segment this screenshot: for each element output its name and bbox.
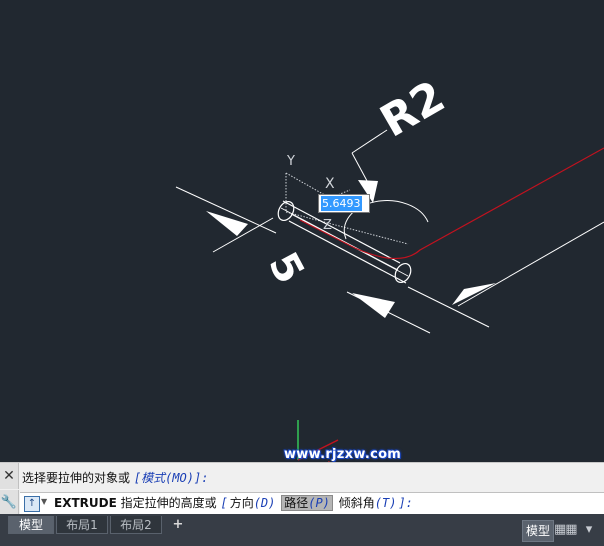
history-option: [模式(MO)]: — [133, 471, 209, 485]
option-taper-label: 倾斜角 — [338, 496, 375, 510]
leader-line — [351, 129, 388, 154]
dimension-arrow — [352, 293, 395, 318]
tab-model[interactable]: 模型 — [8, 516, 54, 534]
autocad-window: R2 5 Y X Z 5.6493 www.rjzxw.com ✕ 🔧 选择要拉… — [0, 0, 604, 546]
cylinder-edge — [288, 220, 407, 284]
command-name: EXTRUDE — [54, 496, 117, 510]
layout-tab-bar: 模型 布局1 布局2 + 模型 ▦▦ ▾ — [0, 514, 604, 546]
option-path-label: 路径 — [284, 496, 309, 510]
option-direction[interactable]: 方向(D) — [228, 496, 278, 510]
close-icon[interactable]: ✕ — [0, 463, 19, 489]
snap-menu-icon[interactable]: ▾ — [578, 520, 600, 540]
option-path[interactable]: 路径(P) — [281, 495, 333, 511]
watermark-text: www.rjzxw.com — [284, 447, 402, 462]
grid-icon[interactable]: ▦▦ — [554, 520, 578, 540]
command-line-panel: ✕ 🔧 选择要拉伸的对象或 [模式(MO)]: ↑ ▼ EXTRUDE 指定拉伸… — [0, 462, 604, 515]
tab-layout2[interactable]: 布局2 — [110, 516, 162, 534]
command-history: 选择要拉伸的对象或 [模式(MO)]: — [22, 470, 208, 486]
dynamic-input-value[interactable]: 5.6493 — [321, 196, 362, 211]
dimension-text-length: 5 — [259, 245, 313, 291]
option-taper-key: (T) — [374, 496, 397, 510]
option-taper-angle[interactable]: 倾斜角(T) — [337, 496, 399, 510]
ucs-axis — [285, 211, 409, 245]
add-tab-button[interactable]: + — [168, 516, 188, 534]
ucs-label-y: Y — [286, 154, 295, 169]
drawing-canvas[interactable]: R2 5 Y X Z 5.6493 www.rjzxw.com — [0, 0, 604, 462]
model-space-button[interactable]: 模型 — [522, 520, 554, 542]
command-icon[interactable]: ↑ — [24, 496, 40, 512]
option-direction-key: (D) — [253, 496, 276, 510]
chevron-down-icon[interactable]: ▼ — [41, 497, 47, 506]
tab-layout1[interactable]: 布局1 — [56, 516, 108, 534]
dimension-arrow — [452, 283, 496, 305]
wrench-icon[interactable]: 🔧 — [0, 490, 19, 515]
extension-line — [407, 286, 490, 328]
bracket-close: ]: — [398, 496, 413, 510]
dimension-arrow — [206, 211, 248, 236]
dimension-text-radius: R2 — [372, 71, 453, 147]
dimension-line — [457, 221, 604, 307]
ucs-label-z: Z — [323, 218, 332, 233]
dynamic-input-tooltip[interactable]: 5.6493 — [318, 194, 370, 213]
option-direction-label: 方向 — [229, 496, 254, 510]
bracket-open: [ — [220, 496, 228, 510]
ucs-label-x: X — [325, 176, 335, 192]
history-prompt: 选择要拉伸的对象或 — [22, 471, 131, 485]
option-path-key: (P) — [308, 496, 330, 510]
command-prompt-text: 指定拉伸的高度或 — [120, 496, 217, 510]
command-prompt-line: EXTRUDE 指定拉伸的高度或 [方向(D) 路径(P) 倾斜角(T)]: — [54, 495, 413, 512]
drawing-svg: R2 5 Y X Z — [175, 71, 604, 462]
command-input[interactable]: ↑ ▼ EXTRUDE 指定拉伸的高度或 [方向(D) 路径(P) 倾斜角(T)… — [20, 492, 604, 515]
